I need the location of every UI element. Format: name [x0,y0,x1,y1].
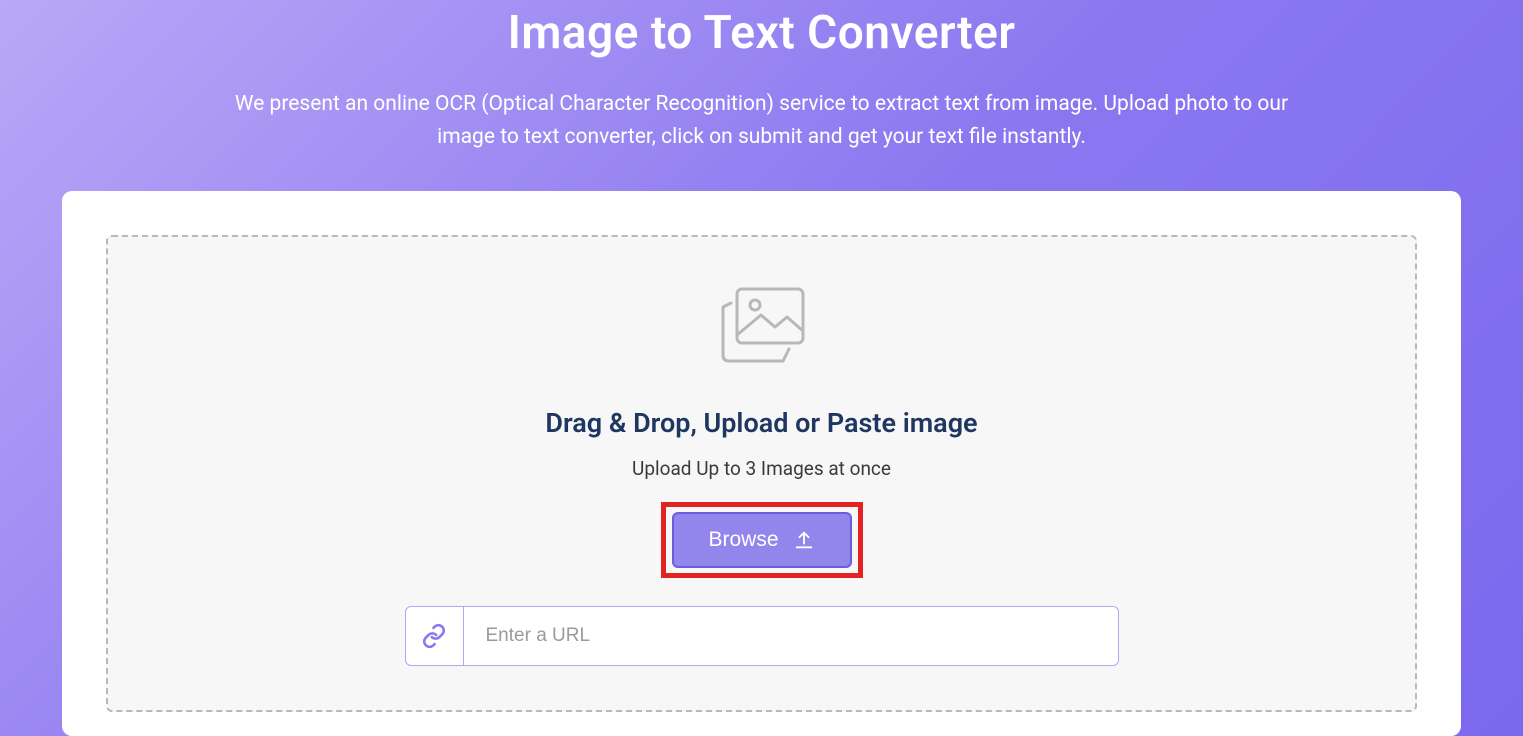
link-icon [421,623,447,649]
browse-button[interactable]: Browse [672,512,852,568]
url-input[interactable] [464,607,1118,665]
link-icon-box [406,607,464,665]
upload-card: Drag & Drop, Upload or Paste image Uploa… [62,191,1461,736]
images-icon [717,285,807,367]
page-subtitle: We present an online OCR (Optical Charac… [212,88,1312,153]
dropzone[interactable]: Drag & Drop, Upload or Paste image Uploa… [106,235,1417,712]
upload-icon [793,529,815,551]
dropzone-subtext: Upload Up to 3 Images at once [128,457,1395,480]
url-input-group [405,606,1119,666]
browse-button-label: Browse [708,528,778,552]
page-title: Image to Text Converter [0,0,1523,60]
dropzone-heading: Drag & Drop, Upload or Paste image [128,407,1395,439]
browse-highlight-box: Browse [661,502,863,578]
